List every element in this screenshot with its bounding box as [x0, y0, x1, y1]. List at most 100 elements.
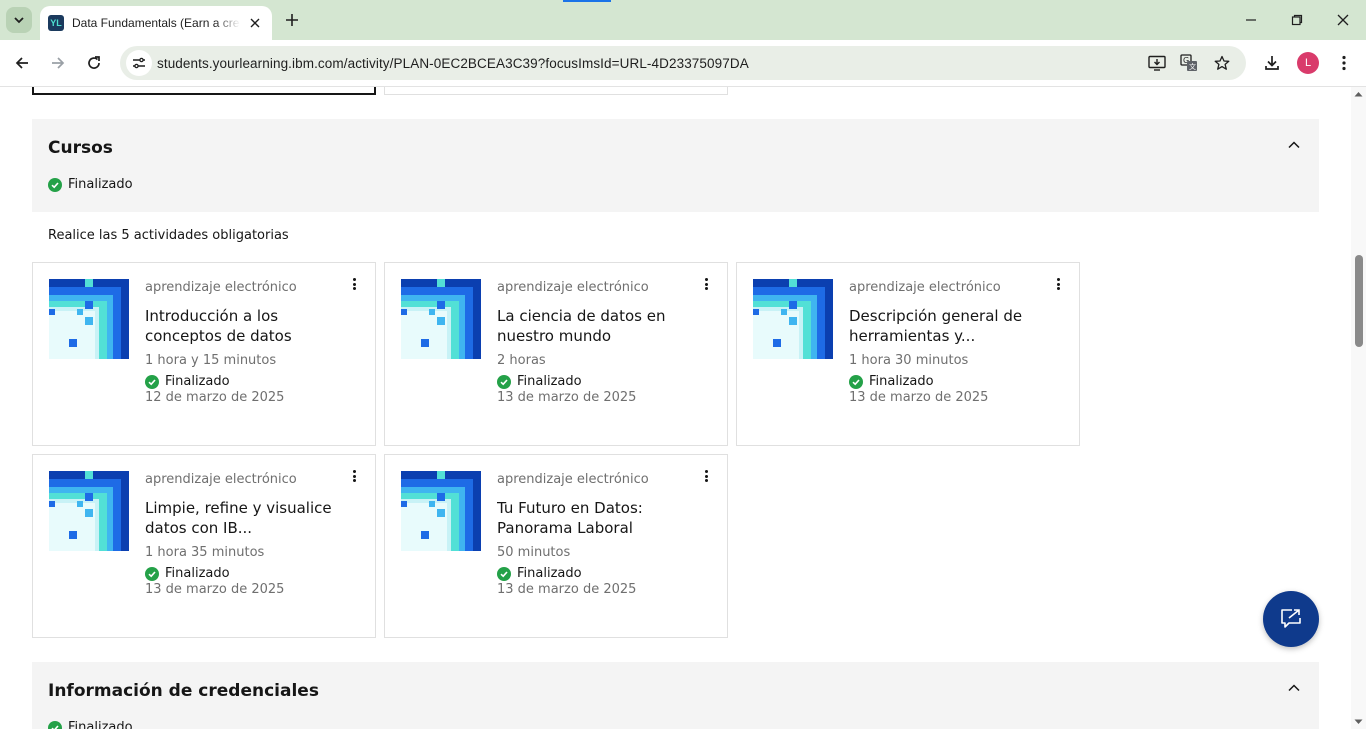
courses-status: Finalizado [48, 177, 133, 192]
svg-text:文: 文 [1189, 62, 1196, 71]
course-title[interactable]: Tu Futuro en Datos: Panorama Laboral [497, 498, 697, 538]
chevron-up-icon[interactable] [1287, 138, 1301, 152]
downloads-button[interactable] [1261, 52, 1283, 74]
browser-tab-active[interactable]: YL Data Fundamentals (Earn a credential) [40, 6, 272, 40]
previous-card-selected[interactable] [32, 87, 376, 95]
tab-scroll-indicator [563, 0, 611, 2]
close-icon [250, 18, 260, 28]
tab-close-button[interactable] [246, 14, 264, 32]
site-favicon-icon: YL [48, 15, 64, 31]
checkmark-circle-icon [48, 720, 62, 729]
overflow-menu-button[interactable] [701, 277, 711, 291]
credentials-section-title: Información de credenciales [48, 681, 319, 701]
translate-button[interactable]: G文 [1178, 52, 1200, 74]
courses-section-header[interactable]: Cursos Finalizado [32, 119, 1319, 212]
course-title[interactable]: La ciencia de datos en nuestro mundo [497, 306, 697, 346]
course-card[interactable]: aprendizaje electrónico La ciencia de da… [384, 262, 728, 446]
course-completion-date: 13 de marzo de 2025 [145, 582, 285, 597]
chevron-up-icon[interactable] [1287, 681, 1301, 695]
scrollbar-thumb[interactable] [1355, 255, 1363, 347]
course-card[interactable]: aprendizaje electrónico Tu Futuro en Dat… [384, 454, 728, 638]
bookmark-button[interactable] [1211, 52, 1233, 74]
course-card[interactable]: aprendizaje electrónico Limpie, refine y… [32, 454, 376, 638]
course-duration: 1 hora 30 minutos [849, 353, 969, 368]
course-duration: 1 hora y 15 minutos [145, 353, 277, 368]
course-type: aprendizaje electrónico [497, 280, 649, 295]
course-status-text: Finalizado [869, 374, 934, 389]
tab-title: Data Fundamentals (Earn a credential) [72, 16, 240, 30]
install-app-icon [1148, 55, 1166, 71]
course-title[interactable]: Introducción a los conceptos de datos [145, 306, 345, 346]
course-type: aprendizaje electrónico [145, 472, 297, 487]
course-status: Finalizado [145, 566, 345, 582]
course-thumbnail [401, 279, 481, 359]
star-icon [1214, 55, 1230, 70]
checkmark-circle-icon [145, 375, 159, 389]
course-thumbnail [49, 279, 129, 359]
course-type: aprendizaje electrónico [497, 472, 649, 487]
course-status-text: Finalizado [165, 374, 230, 389]
pixel-grid-thumbnail-icon [401, 279, 481, 359]
scroll-down-arrow-icon[interactable] [1354, 719, 1363, 725]
course-status-text: Finalizado [517, 566, 582, 581]
arrow-left-icon [15, 57, 28, 69]
checkmark-circle-icon [48, 177, 62, 192]
close-window-button[interactable] [1333, 10, 1353, 30]
translate-icon: G文 [1180, 54, 1197, 71]
site-info-button[interactable] [126, 50, 152, 76]
address-bar[interactable]: students.yourlearning.ibm.com/activity/P… [120, 46, 1246, 80]
pixel-grid-thumbnail-icon [49, 279, 129, 359]
checkmark-circle-icon [497, 375, 511, 389]
minimize-icon [1246, 19, 1256, 21]
install-app-button[interactable] [1146, 52, 1168, 74]
previous-card[interactable] [384, 87, 728, 95]
course-status-text: Finalizado [517, 374, 582, 389]
pixel-grid-thumbnail-icon [49, 471, 129, 551]
courses-instructions: Realice las 5 actividades obligatorias [48, 228, 289, 243]
course-duration: 50 minutos [497, 545, 571, 560]
courses-status-text: Finalizado [68, 177, 133, 192]
plus-icon [286, 14, 298, 26]
course-type: aprendizaje electrónico [849, 280, 1001, 295]
course-type: aprendizaje electrónico [145, 280, 297, 295]
reload-button[interactable] [83, 52, 105, 74]
courses-section-title: Cursos [48, 138, 113, 158]
minimize-button[interactable] [1241, 10, 1261, 30]
chevron-down-icon [14, 17, 24, 24]
credentials-status: Finalizado [48, 720, 133, 729]
profile-avatar[interactable]: L [1297, 52, 1319, 74]
scroll-up-arrow-icon[interactable] [1354, 91, 1363, 97]
tune-icon [133, 57, 145, 69]
course-title[interactable]: Limpie, refine y visualice datos con IB.… [145, 498, 345, 538]
checkmark-circle-icon [145, 567, 159, 581]
more-vertical-icon [1342, 55, 1346, 71]
back-button[interactable] [11, 52, 33, 74]
new-tab-button[interactable] [282, 10, 302, 30]
tab-search-button[interactable] [6, 7, 32, 33]
course-card[interactable]: aprendizaje electrónico Descripción gene… [736, 262, 1080, 446]
url-text[interactable]: students.yourlearning.ibm.com/activity/P… [157, 56, 749, 71]
course-duration: 2 horas [497, 353, 546, 368]
course-card[interactable]: aprendizaje electrónico Introducción a l… [32, 262, 376, 446]
page-viewport: Cursos Finalizado Realice las 5 activida… [0, 87, 1366, 729]
pixel-grid-thumbnail-icon [753, 279, 833, 359]
chat-launch-icon [1281, 609, 1301, 628]
course-title[interactable]: Descripción general de herramientas y... [849, 306, 1049, 346]
course-status: Finalizado [145, 374, 345, 390]
browser-menu-button[interactable] [1333, 52, 1355, 74]
page-scrollbar[interactable] [1351, 87, 1366, 729]
course-completion-date: 13 de marzo de 2025 [849, 390, 989, 405]
arrow-right-icon [52, 57, 65, 69]
overflow-menu-button[interactable] [1053, 277, 1063, 291]
overflow-menu-button[interactable] [349, 277, 359, 291]
credentials-section-header[interactable]: Información de credenciales Finalizado [32, 662, 1319, 729]
course-status-text: Finalizado [165, 566, 230, 581]
chat-launch-button[interactable] [1263, 591, 1319, 647]
close-icon [1337, 14, 1349, 26]
overflow-menu-button[interactable] [701, 469, 711, 483]
forward-button[interactable] [47, 52, 69, 74]
course-status: Finalizado [849, 374, 1049, 390]
restore-button[interactable] [1287, 10, 1307, 30]
course-thumbnail [753, 279, 833, 359]
overflow-menu-button[interactable] [349, 469, 359, 483]
